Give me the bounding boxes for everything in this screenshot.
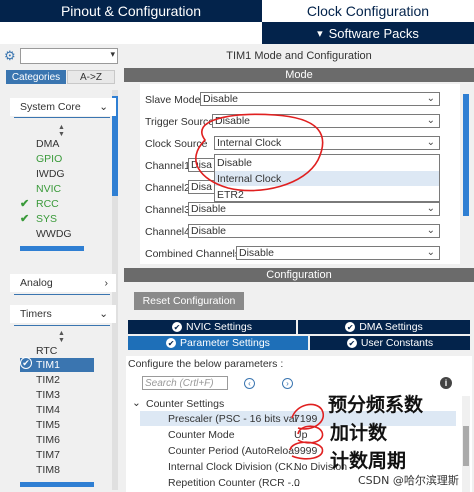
- watermark: CSDN @哈尔滨理斯: [358, 474, 459, 487]
- annotation-prescaler: 预分频系数: [328, 394, 424, 416]
- annotation-circle: [289, 441, 324, 460]
- red-annotation-overlay: [195, 113, 325, 460]
- annotation-circle: [195, 113, 324, 192]
- annotation-period: 计数周期: [330, 450, 407, 472]
- annotation-circle: [291, 403, 325, 430]
- annotation-counter: 加计数: [330, 422, 388, 444]
